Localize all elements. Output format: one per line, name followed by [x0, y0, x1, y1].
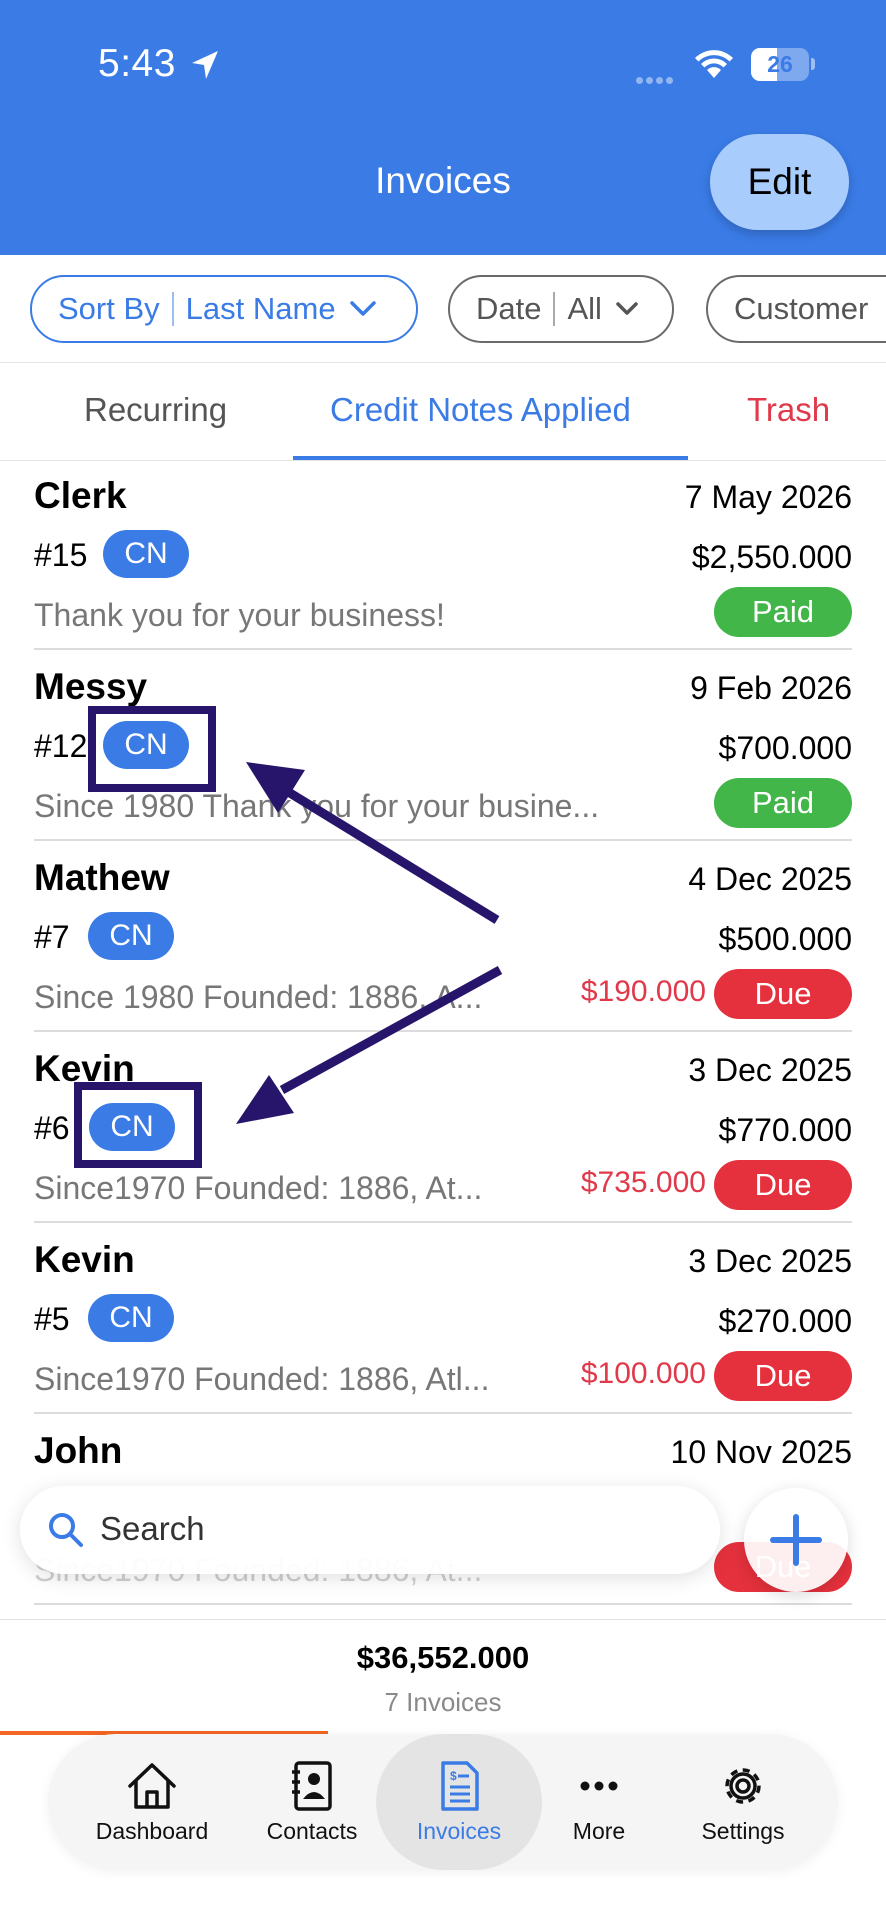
credit-note-badge: CN	[89, 1103, 175, 1151]
customer-name: Clerk	[34, 475, 127, 516]
wifi-icon	[695, 50, 733, 78]
invoice-row[interactable]: Kevin 3 Dec 2025 #6 CN $770.000 Since197…	[0, 1032, 886, 1223]
chevron-down-icon	[616, 302, 638, 315]
search-icon	[49, 1513, 83, 1547]
contacts-book-icon	[292, 1761, 332, 1811]
battery-icon: 26	[751, 48, 809, 81]
tab-recurring[interactable]: Recurring	[84, 391, 227, 429]
invoice-amount: $500.000	[718, 921, 852, 957]
invoice-row[interactable]: Clerk 7 May 2026 #15 CN $2,550.000 Thank…	[0, 459, 886, 650]
filter-label: Sort By	[58, 291, 160, 326]
balance-due: $735.000	[580, 1166, 706, 1199]
tab-credit-notes-applied[interactable]: Credit Notes Applied	[330, 391, 631, 429]
invoice-date: 10 Nov 2025	[670, 1434, 852, 1470]
invoice-amount: $770.000	[718, 1112, 852, 1148]
plus-icon	[770, 1514, 822, 1566]
status-time: 5:43	[98, 42, 176, 85]
credit-note-badge: CN	[103, 721, 189, 769]
search-placeholder: Search	[100, 1510, 205, 1547]
date-filter[interactable]: Date All	[448, 275, 674, 343]
balance-due: $190.000	[580, 975, 706, 1008]
edit-button[interactable]: Edit	[710, 134, 849, 230]
nav-invoices[interactable]: $ Invoices	[376, 1734, 542, 1870]
invoice-note: Since 1980 Thank you for your busine...	[34, 788, 600, 824]
status-badge: Due	[714, 1351, 852, 1401]
house-icon	[128, 1763, 176, 1809]
search-input[interactable]: Search	[20, 1486, 720, 1574]
status-badge: Due	[714, 1160, 852, 1210]
svg-text:$: $	[450, 1769, 457, 1783]
credit-note-badge: CN	[88, 1294, 174, 1342]
balance-due: $100.000	[580, 1357, 706, 1390]
app-header: 5:43 26 Invoices Edit	[0, 0, 886, 255]
tab-trash[interactable]: Trash	[747, 391, 830, 429]
nav-label: Invoices	[416, 1818, 502, 1844]
filter-label: Customer	[734, 291, 869, 326]
invoice-amount: $2,550.000	[691, 539, 852, 575]
cellular-signal-icon	[636, 71, 676, 89]
location-arrow-icon	[192, 51, 218, 79]
status-badge: Due	[714, 969, 852, 1019]
row-divider	[34, 1603, 852, 1605]
ellipsis-icon	[580, 1781, 618, 1791]
status-badge: Paid	[714, 778, 852, 828]
invoice-note: Since 1980 Founded: 1886, A...	[34, 979, 483, 1015]
invoice-row[interactable]: Mathew 4 Dec 2025 #7 CN $500.000 Since 1…	[0, 841, 886, 1032]
totals-bar: $36,552.000 7 Invoices	[0, 1619, 886, 1734]
nav-contacts[interactable]: Contacts	[238, 1734, 386, 1870]
invoice-date: 3 Dec 2025	[688, 1243, 852, 1279]
invoice-document-icon: $	[441, 1761, 479, 1811]
invoice-amount: $700.000	[718, 730, 852, 766]
invoice-row[interactable]: Messy 9 Feb 2026 #12 CN $700.000 Since 1…	[0, 650, 886, 841]
bottom-tab-bar: Dashboard Contacts $ Invoices More Setti…	[48, 1734, 838, 1870]
customer-filter[interactable]: Customer	[706, 275, 886, 343]
status-badge: Paid	[714, 587, 852, 637]
filter-label: Date	[476, 291, 542, 326]
nav-dashboard[interactable]: Dashboard	[78, 1734, 226, 1870]
battery-tip	[811, 58, 815, 70]
invoice-date: 4 Dec 2025	[688, 861, 852, 897]
invoice-note: Since1970 Founded: 1886, At...	[34, 1170, 483, 1206]
nav-label: More	[572, 1818, 626, 1844]
customer-name: Kevin	[34, 1048, 135, 1089]
invoice-number: #5	[34, 1301, 70, 1337]
invoice-count: 7 Invoices	[384, 1687, 502, 1717]
credit-note-badge: CN	[88, 912, 174, 960]
invoice-date: 3 Dec 2025	[688, 1052, 852, 1088]
customer-name: Messy	[34, 666, 148, 707]
chevron-down-icon	[349, 301, 376, 316]
nav-settings[interactable]: Settings	[668, 1734, 818, 1870]
nav-more[interactable]: More	[528, 1734, 670, 1870]
nav-label: Settings	[701, 1818, 785, 1844]
invoice-note: Thank you for your business!	[34, 597, 445, 633]
nav-label: Dashboard	[95, 1818, 209, 1844]
invoice-amount: $270.000	[718, 1303, 852, 1339]
filter-value: All	[567, 291, 602, 326]
gear-icon	[725, 1768, 761, 1804]
invoice-date: 7 May 2026	[684, 479, 852, 515]
invoice-number: #6	[34, 1110, 70, 1146]
invoice-row[interactable]: Kevin 3 Dec 2025 #5 CN $270.000 Since197…	[0, 1223, 886, 1414]
credit-note-badge: CN	[103, 530, 189, 578]
filter-bar: Sort By Last Name Date All Customer	[0, 255, 886, 363]
invoice-tabs: Recurring Credit Notes Applied Trash	[0, 363, 886, 461]
nav-label: Contacts	[266, 1818, 358, 1844]
invoice-number: #15	[34, 537, 88, 573]
add-invoice-button[interactable]	[744, 1488, 848, 1592]
customer-name: Kevin	[34, 1239, 135, 1280]
invoice-note: Since1970 Founded: 1886, Atl...	[34, 1361, 490, 1397]
filter-value: Last Name	[185, 291, 336, 326]
customer-name: John	[34, 1430, 123, 1471]
invoice-number: #12	[34, 728, 88, 764]
customer-name: Mathew	[34, 857, 170, 898]
invoice-number: #7	[34, 919, 70, 955]
invoice-date: 9 Feb 2026	[690, 670, 852, 706]
sort-by-filter[interactable]: Sort By Last Name	[30, 275, 418, 343]
total-amount: $36,552.000	[356, 1640, 530, 1675]
battery-level: 26	[767, 51, 793, 77]
